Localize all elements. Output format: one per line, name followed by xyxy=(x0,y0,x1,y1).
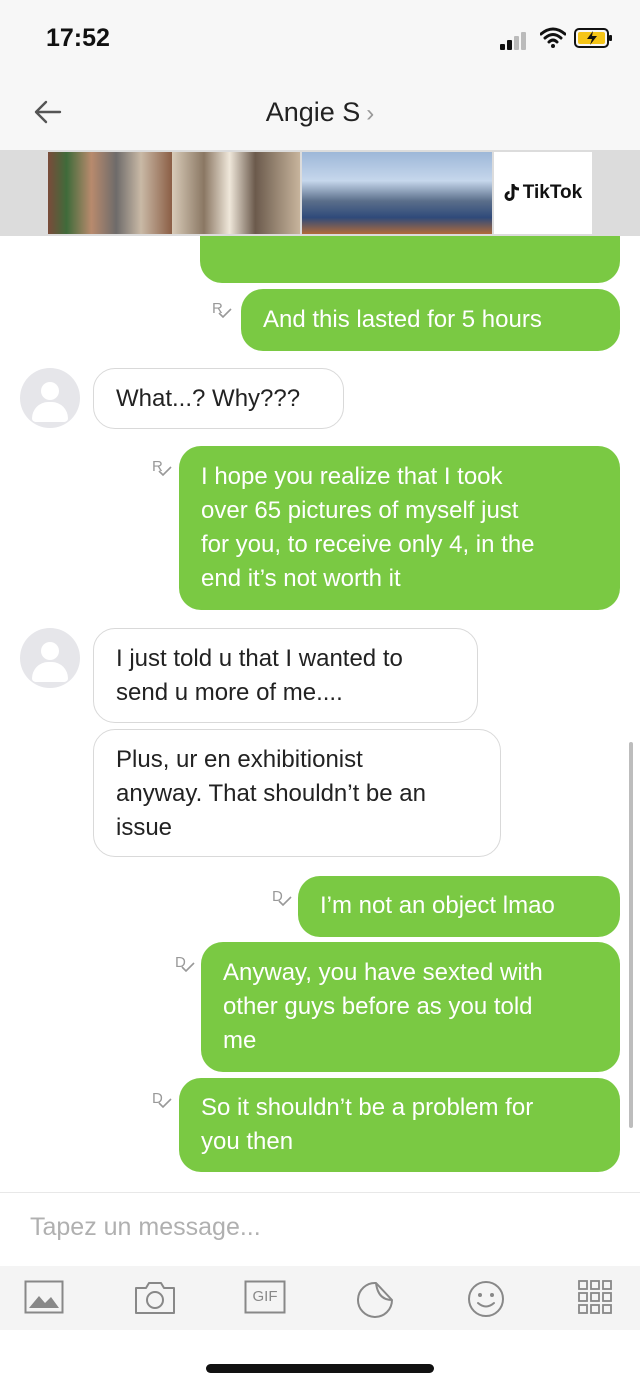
attachment-toolbar: GIF xyxy=(0,1266,640,1330)
gif-label: GIF xyxy=(252,1288,278,1305)
message-line: I just told u that I wanted to xyxy=(116,645,403,672)
message-bubble-outgoing[interactable]: So it shouldn’t be a problem for you the… xyxy=(179,1078,620,1172)
message-bubble-outgoing[interactable]: And this lasted for 5 hours xyxy=(241,289,620,351)
contact-name-label: Angie S xyxy=(265,97,361,127)
ad-image-street xyxy=(48,152,172,234)
home-indicator[interactable] xyxy=(206,1364,434,1373)
gif-icon[interactable]: GIF xyxy=(244,1280,286,1316)
tiktok-wordmark: TikTok xyxy=(522,182,583,203)
apps-grid-icon[interactable] xyxy=(578,1280,618,1316)
message-text: What...? Why??? xyxy=(116,385,301,412)
message-line: you then xyxy=(201,1128,294,1155)
ad-banner[interactable]: TikTok xyxy=(0,150,640,236)
message-line: anyway. That shouldn’t be an xyxy=(116,780,426,807)
message-line: I hope you realize that I took xyxy=(201,463,503,490)
message-line: me xyxy=(223,1027,257,1054)
message-bubble-outgoing[interactable]: Anyway, you have sexted with other guys … xyxy=(201,942,620,1072)
chevron-right-icon: › xyxy=(366,100,375,127)
contact-avatar[interactable] xyxy=(20,368,80,428)
message-bubble-incoming[interactable]: What...? Why??? xyxy=(93,368,344,429)
read-receipt-icon: R xyxy=(152,458,172,476)
sticker-icon[interactable] xyxy=(356,1280,396,1318)
message-list[interactable]: time R And this lasted for 5 hours What.… xyxy=(0,236,640,1192)
status-time: 17:52 xyxy=(46,24,110,52)
read-receipt-icon: R xyxy=(212,300,232,318)
message-line: Anyway, you have sexted with xyxy=(223,959,543,986)
message-line: issue xyxy=(116,814,173,841)
message-line: So it shouldn’t be a problem for xyxy=(201,1094,534,1121)
delivered-receipt-icon: D xyxy=(152,1090,172,1108)
tiktok-logo: TikTok xyxy=(494,152,592,234)
scrollbar[interactable] xyxy=(629,742,633,1128)
camera-icon[interactable] xyxy=(134,1280,175,1316)
emoji-icon[interactable] xyxy=(466,1280,506,1317)
image-icon[interactable] xyxy=(24,1280,64,1316)
battery-charging-icon xyxy=(574,28,612,48)
message-bubble-outgoing[interactable]: time xyxy=(200,236,620,283)
contact-name[interactable]: Angie S › xyxy=(0,97,640,128)
message-bubble-outgoing[interactable]: I’m not an object lmao xyxy=(298,876,620,937)
message-composer[interactable]: Tapez un message... xyxy=(0,1192,640,1267)
message-line: over 65 pictures of myself just xyxy=(201,497,519,524)
wifi-icon xyxy=(539,26,567,48)
message-bubble-outgoing[interactable]: I hope you realize that I took over 65 p… xyxy=(179,446,620,610)
message-line: send u more of me.... xyxy=(116,679,343,706)
cellular-signal-icon xyxy=(500,30,534,50)
message-line: for you, to receive only 4, in the xyxy=(201,531,535,558)
conversation-header: Angie S › xyxy=(0,80,640,150)
message-input-placeholder[interactable]: Tapez un message... xyxy=(30,1213,261,1242)
contact-avatar[interactable] xyxy=(20,628,80,688)
message-text: And this lasted for 5 hours xyxy=(263,306,542,333)
message-line: other guys before as you told xyxy=(223,993,533,1020)
message-bubble-incoming[interactable]: Plus, ur en exhibitionist anyway. That s… xyxy=(93,729,501,857)
ad-image-building xyxy=(172,152,300,234)
message-text: time xyxy=(222,236,267,240)
message-text: I’m not an object lmao xyxy=(320,892,555,919)
status-bar: 17:52 xyxy=(0,0,640,80)
delivered-receipt-icon: D xyxy=(272,888,292,906)
tiktok-icon xyxy=(504,184,519,201)
ad-image-city-skyline xyxy=(302,152,492,234)
message-line: Plus, ur en exhibitionist xyxy=(116,746,363,773)
message-line: end it’s not worth it xyxy=(201,565,401,592)
delivered-receipt-icon: D xyxy=(175,954,195,972)
message-bubble-incoming[interactable]: I just told u that I wanted to send u mo… xyxy=(93,628,478,723)
